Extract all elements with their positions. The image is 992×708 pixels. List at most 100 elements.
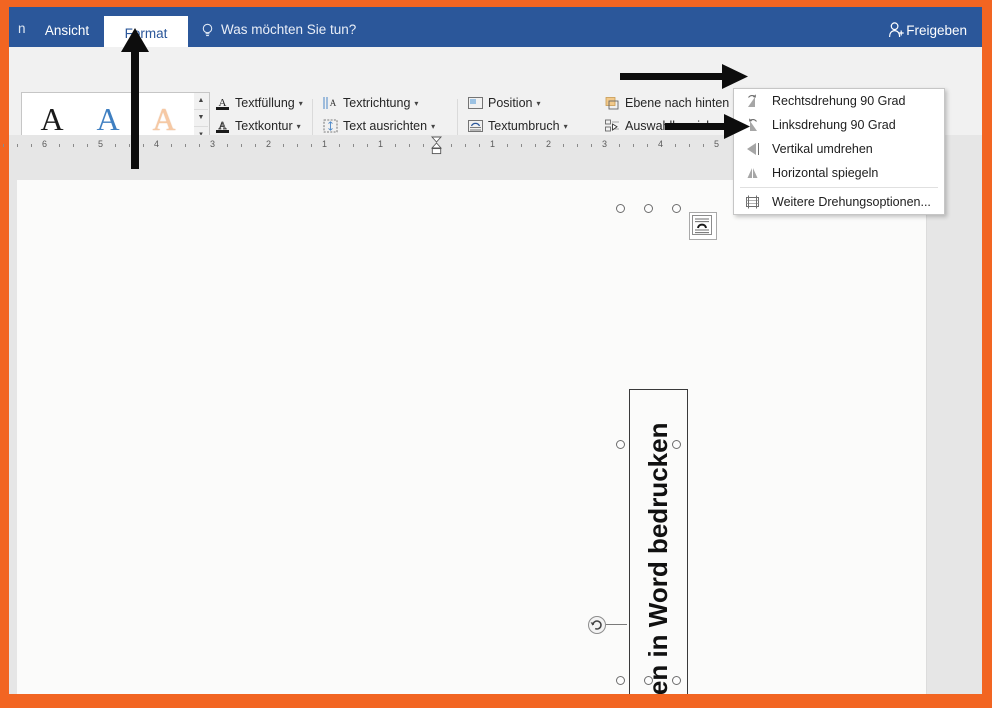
handle-top-right[interactable] <box>672 204 681 213</box>
share-button[interactable]: Freigeben <box>906 23 967 38</box>
selection-pane-icon <box>604 118 621 134</box>
ebene-nach-hinten-button[interactable]: Ebene nach hinten▾ <box>604 92 737 114</box>
menu-item-linksdrehung-90[interactable]: Linksdrehung 90 Grad <box>734 113 944 137</box>
tab-truncated-left: n <box>18 21 26 36</box>
person-add-icon <box>889 22 904 38</box>
ruler-minor-tick <box>577 144 578 147</box>
tab-ansicht[interactable]: Ansicht <box>32 14 102 47</box>
menu-item-weitere-drehungsoptionen[interactable]: Weitere Drehungsoptionen... <box>734 190 944 214</box>
chevron-down-icon[interactable]: ▾ <box>431 122 435 131</box>
ruler-minor-tick <box>297 144 298 147</box>
ruler-minor-tick <box>703 144 704 147</box>
ruler-tick-label: 2 <box>266 139 272 149</box>
handle-middle-left[interactable] <box>616 440 625 449</box>
menu-item-horizontal-spiegeln[interactable]: Horizontal spiegeln <box>734 161 944 185</box>
title-bar: n Ansicht Format Was möchten Sie tun? Fr… <box>9 7 982 54</box>
ruler-minor-tick <box>185 144 186 147</box>
ruler-minor-tick <box>619 144 620 147</box>
position-button[interactable]: Position ▾ <box>467 92 541 114</box>
ruler-minor-tick <box>241 144 242 147</box>
ruler-minor-tick <box>339 144 340 147</box>
position-icon <box>467 95 484 111</box>
textfuellung-button[interactable]: A Textfüllung ▾ <box>214 92 303 114</box>
align-text-icon <box>322 118 339 134</box>
tell-me-box[interactable]: Was möchten Sie tun? <box>221 22 356 37</box>
ruler-tick-label: 4 <box>658 139 664 149</box>
text-direction-icon: A <box>322 95 339 111</box>
handle-middle-right[interactable] <box>672 440 681 449</box>
menu-item-label: Weitere Drehungsoptionen... <box>772 195 931 209</box>
ruler-minor-tick <box>367 144 368 147</box>
ruler-minor-tick <box>353 144 354 147</box>
wordart-style-black[interactable]: A <box>26 99 78 139</box>
ruler-minor-tick <box>689 144 690 147</box>
ruler-tick-label: 5 <box>714 139 720 149</box>
ruler-minor-tick <box>633 144 634 147</box>
textrichtung-label: Textrichtung <box>343 96 411 110</box>
ruler-tick-label: 3 <box>602 139 608 149</box>
chevron-down-icon[interactable]: ▾ <box>564 122 568 131</box>
auswahlbereich-label: Auswahlbereich <box>625 119 714 133</box>
layout-options-button[interactable] <box>689 212 717 240</box>
frame-border-right <box>982 0 992 708</box>
ruler-minor-tick <box>171 144 172 147</box>
wordart-scroll-up-button[interactable]: ▲ <box>194 93 208 110</box>
ruler-minor-tick <box>647 144 648 147</box>
ruler-minor-tick <box>409 144 410 147</box>
hourglass-indent-marker[interactable] <box>430 136 443 155</box>
ruler-minor-tick <box>423 144 424 147</box>
ruler-minor-tick <box>479 144 480 147</box>
text-wrap-icon <box>467 118 484 134</box>
menu-item-label: Vertikal umdrehen <box>772 142 873 156</box>
rotate-dropdown-menu[interactable]: Rechtsdrehung 90 Grad Linksdrehung 90 Gr… <box>733 88 945 215</box>
auswahlbereich-button[interactable]: Auswahlbereich <box>604 115 713 137</box>
rotation-handle-connector <box>606 624 627 625</box>
ruler-minor-tick <box>3 144 4 147</box>
wordart-scroll-down-button[interactable]: ▼ <box>194 110 208 127</box>
menu-item-vertikal-umdrehen[interactable]: Vertikal umdrehen <box>734 137 944 161</box>
ruler-minor-tick <box>143 144 144 147</box>
document-page[interactable] <box>17 180 927 694</box>
ruler-minor-tick <box>115 144 116 147</box>
ruler-tick-label: 1 <box>490 139 496 149</box>
ruler-minor-tick <box>199 144 200 147</box>
handle-top-left[interactable] <box>616 204 625 213</box>
ruler-minor-tick <box>283 144 284 147</box>
ruler-minor-tick <box>31 144 32 147</box>
chevron-down-icon[interactable]: ▾ <box>297 122 301 131</box>
handle-bottom-right[interactable] <box>672 676 681 685</box>
layout-options-icon <box>692 215 712 235</box>
ruler-tick-label: 6 <box>42 139 48 149</box>
ruler-minor-tick <box>451 144 452 147</box>
textrichtung-button[interactable]: A Textrichtung ▾ <box>322 92 418 114</box>
ruler-minor-tick <box>535 144 536 147</box>
more-rotation-options-icon <box>746 195 759 209</box>
chevron-down-icon[interactable]: ▾ <box>536 99 540 108</box>
app-window: n Ansicht Format Was möchten Sie tun? Fr… <box>0 0 992 708</box>
chevron-down-icon[interactable]: ▾ <box>414 99 418 108</box>
handle-bottom-center[interactable] <box>644 676 653 685</box>
text-ausrichten-button[interactable]: Text ausrichten ▾ <box>322 115 435 137</box>
wordart-style-peach[interactable]: A <box>138 99 190 139</box>
handle-bottom-left[interactable] <box>616 676 625 685</box>
textumbruch-button[interactable]: Textumbruch ▾ <box>467 115 568 137</box>
position-label: Position <box>488 96 533 110</box>
chevron-down-icon[interactable]: ▾ <box>299 99 303 108</box>
ruler-minor-tick <box>17 144 18 147</box>
ebene-nach-hinten-label: Ebene nach hinten <box>625 96 730 110</box>
ruler-tick-label: 1 <box>378 139 384 149</box>
textbox-text: Trennstreifen in Word bedrucken <box>643 422 673 694</box>
ruler-tick-label: 1 <box>322 139 328 149</box>
ruler-minor-tick <box>129 144 130 147</box>
menu-item-rechtsdrehung-90[interactable]: Rechtsdrehung 90 Grad <box>734 89 944 113</box>
handle-top-center[interactable] <box>644 204 653 213</box>
ruler-tick-label: 5 <box>98 139 104 149</box>
rotation-handle-icon[interactable] <box>587 615 607 635</box>
document-area[interactable]: Trennstreifen in Word bedrucken <box>9 180 982 694</box>
selected-textbox[interactable]: Trennstreifen in Word bedrucken <box>629 389 688 694</box>
textkontur-button[interactable]: A Textkontur ▾ <box>214 115 301 137</box>
text-fill-icon: A <box>214 95 231 111</box>
rotate-right-90-icon <box>748 94 756 107</box>
wordart-style-blue[interactable]: A <box>82 99 134 139</box>
textfuellung-label: Textfüllung <box>235 96 295 110</box>
